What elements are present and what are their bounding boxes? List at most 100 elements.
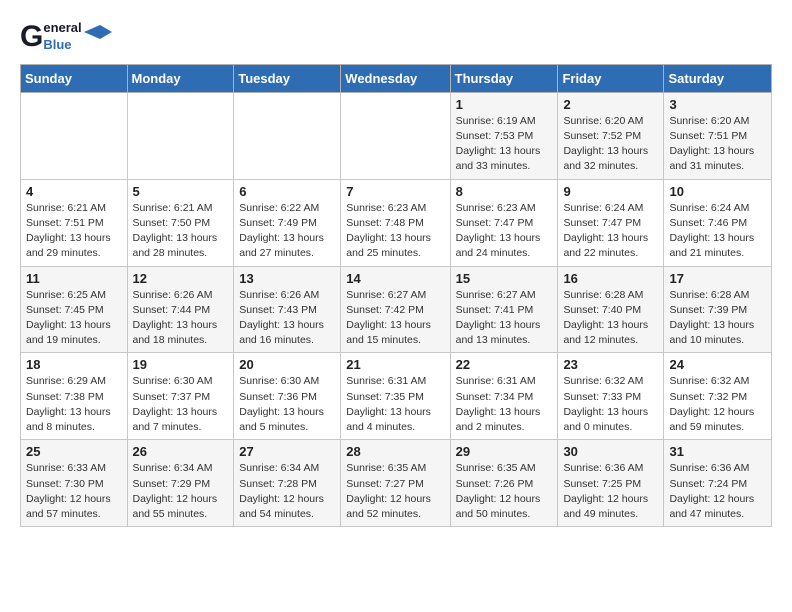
calendar-cell: 13Sunrise: 6:26 AM Sunset: 7:43 PM Dayli… (234, 266, 341, 353)
day-info: Sunrise: 6:31 AM Sunset: 7:35 PM Dayligh… (346, 374, 444, 435)
day-number: 13 (239, 271, 335, 286)
calendar-cell: 12 Sunrise: 6:26 AM Sunset: 7:44 PM Dayli… (127, 266, 234, 353)
calendar-cell: 30 Sunrise: 6:36 AM Sunset: 7:25 PM Dayli… (558, 440, 664, 527)
day-number: 3 (669, 97, 766, 112)
day-info: Sunrise: 6:34 AM Sunset: 7:29 PM Dayligh… (133, 461, 229, 522)
logo-arrow-icon (84, 25, 112, 39)
day-number: 5 (133, 184, 229, 199)
calendar-cell: 28 Sunrise: 6:35 AM Sunset: 7:27 PM Dayli… (341, 440, 450, 527)
day-number: 1 (456, 97, 553, 112)
day-number: 17 (669, 271, 766, 286)
day-info: Sunrise: 6:35 AM Sunset: 7:27 PM Dayligh… (346, 461, 444, 522)
calendar-cell: 14 Sunrise: 6:27 AM Sunset: 7:42 PM Dayli… (341, 266, 450, 353)
day-info: Sunrise: 6:24 AM Sunset: 7:46 PM Dayligh… (669, 201, 766, 262)
day-info: Sunrise: 6:24 AM Sunset: 7:47 PM Dayligh… (563, 201, 658, 262)
day-number: 12 (133, 271, 229, 286)
day-info: Sunrise: 6:31 AM Sunset: 7:34 PM Dayligh… (456, 374, 553, 435)
calendar-cell (234, 92, 341, 179)
day-number: 19 (133, 357, 229, 372)
day-info: Sunrise: 6:27 AM Sunset: 7:42 PM Dayligh… (346, 288, 444, 349)
calendar-cell: 6 Sunrise: 6:22 AM Sunset: 7:49 PM Daylig… (234, 179, 341, 266)
calendar-cell: 25 Sunrise: 6:33 AM Sunset: 7:30 PM Dayli… (21, 440, 128, 527)
calendar-cell: 8Sunrise: 6:23 AM Sunset: 7:47 PM Daylig… (450, 179, 558, 266)
calendar-cell: 20 Sunrise: 6:30 AM Sunset: 7:36 PM Dayli… (234, 353, 341, 440)
day-info: Sunrise: 6:22 AM Sunset: 7:49 PM Dayligh… (239, 201, 335, 262)
day-number: 30 (563, 444, 658, 459)
day-info: Sunrise: 6:36 AM Sunset: 7:25 PM Dayligh… (563, 461, 658, 522)
weekday-header-friday: Friday (558, 64, 664, 92)
day-info: Sunrise: 6:26 AM Sunset: 7:44 PM Dayligh… (133, 288, 229, 349)
day-number: 14 (346, 271, 444, 286)
calendar-cell: 5 Sunrise: 6:21 AM Sunset: 7:50 PM Daylig… (127, 179, 234, 266)
calendar-cell: 31 Sunrise: 6:36 AM Sunset: 7:24 PM Dayli… (664, 440, 772, 527)
day-info: Sunrise: 6:21 AM Sunset: 7:51 PM Dayligh… (26, 201, 122, 262)
weekday-header-row: SundayMondayTuesdayWednesdayThursdayFrid… (21, 64, 772, 92)
day-info: Sunrise: 6:35 AM Sunset: 7:26 PM Dayligh… (456, 461, 553, 522)
day-number: 26 (133, 444, 229, 459)
calendar-cell: 27Sunrise: 6:34 AM Sunset: 7:28 PM Dayli… (234, 440, 341, 527)
calendar-cell (21, 92, 128, 179)
calendar-cell: 26 Sunrise: 6:34 AM Sunset: 7:29 PM Dayli… (127, 440, 234, 527)
logo-g-letter: G (20, 22, 43, 52)
calendar-cell: 18 Sunrise: 6:29 AM Sunset: 7:38 PM Dayli… (21, 353, 128, 440)
day-info: Sunrise: 6:30 AM Sunset: 7:36 PM Dayligh… (239, 374, 335, 435)
day-info: Sunrise: 6:25 AM Sunset: 7:45 PM Dayligh… (26, 288, 122, 349)
calendar-week-3: 11 Sunrise: 6:25 AM Sunset: 7:45 PM Dayli… (21, 266, 772, 353)
calendar-week-2: 4 Sunrise: 6:21 AM Sunset: 7:51 PM Daylig… (21, 179, 772, 266)
day-number: 6 (239, 184, 335, 199)
calendar-week-1: 1 Sunrise: 6:19 AM Sunset: 7:53 PM Daylig… (21, 92, 772, 179)
calendar-cell: 4 Sunrise: 6:21 AM Sunset: 7:51 PM Daylig… (21, 179, 128, 266)
weekday-header-wednesday: Wednesday (341, 64, 450, 92)
day-number: 21 (346, 357, 444, 372)
day-number: 31 (669, 444, 766, 459)
day-number: 27 (239, 444, 335, 459)
day-number: 20 (239, 357, 335, 372)
day-number: 11 (26, 271, 122, 286)
day-info: Sunrise: 6:33 AM Sunset: 7:30 PM Dayligh… (26, 461, 122, 522)
calendar-cell: 19 Sunrise: 6:30 AM Sunset: 7:37 PM Dayli… (127, 353, 234, 440)
day-number: 28 (346, 444, 444, 459)
calendar-cell: 2Sunrise: 6:20 AM Sunset: 7:52 PM Daylig… (558, 92, 664, 179)
day-number: 24 (669, 357, 766, 372)
day-info: Sunrise: 6:28 AM Sunset: 7:39 PM Dayligh… (669, 288, 766, 349)
calendar-cell: 23 Sunrise: 6:32 AM Sunset: 7:33 PM Dayli… (558, 353, 664, 440)
day-info: Sunrise: 6:30 AM Sunset: 7:37 PM Dayligh… (133, 374, 229, 435)
day-info: Sunrise: 6:32 AM Sunset: 7:32 PM Dayligh… (669, 374, 766, 435)
weekday-header-thursday: Thursday (450, 64, 558, 92)
day-number: 4 (26, 184, 122, 199)
logo: G eneral Blue (20, 20, 112, 54)
day-number: 18 (26, 357, 122, 372)
calendar-table: SundayMondayTuesdayWednesdayThursdayFrid… (20, 64, 772, 527)
weekday-header-saturday: Saturday (664, 64, 772, 92)
logo-eneral: eneral (43, 20, 81, 37)
calendar-cell (127, 92, 234, 179)
day-number: 7 (346, 184, 444, 199)
day-info: Sunrise: 6:32 AM Sunset: 7:33 PM Dayligh… (563, 374, 658, 435)
calendar-cell: 22 Sunrise: 6:31 AM Sunset: 7:34 PM Dayli… (450, 353, 558, 440)
weekday-header-tuesday: Tuesday (234, 64, 341, 92)
day-info: Sunrise: 6:27 AM Sunset: 7:41 PM Dayligh… (456, 288, 553, 349)
calendar-cell: 11 Sunrise: 6:25 AM Sunset: 7:45 PM Dayli… (21, 266, 128, 353)
day-info: Sunrise: 6:19 AM Sunset: 7:53 PM Dayligh… (456, 114, 553, 175)
day-info: Sunrise: 6:29 AM Sunset: 7:38 PM Dayligh… (26, 374, 122, 435)
day-info: Sunrise: 6:36 AM Sunset: 7:24 PM Dayligh… (669, 461, 766, 522)
calendar-cell: 17 Sunrise: 6:28 AM Sunset: 7:39 PM Dayli… (664, 266, 772, 353)
calendar-week-4: 18 Sunrise: 6:29 AM Sunset: 7:38 PM Dayli… (21, 353, 772, 440)
calendar-cell: 15Sunrise: 6:27 AM Sunset: 7:41 PM Dayli… (450, 266, 558, 353)
day-info: Sunrise: 6:23 AM Sunset: 7:47 PM Dayligh… (456, 201, 553, 262)
calendar-cell: 7 Sunrise: 6:23 AM Sunset: 7:48 PM Daylig… (341, 179, 450, 266)
day-number: 25 (26, 444, 122, 459)
day-number: 22 (456, 357, 553, 372)
weekday-header-monday: Monday (127, 64, 234, 92)
logo-blue: Blue (43, 37, 81, 54)
day-info: Sunrise: 6:21 AM Sunset: 7:50 PM Dayligh… (133, 201, 229, 262)
calendar-cell: 24 Sunrise: 6:32 AM Sunset: 7:32 PM Dayli… (664, 353, 772, 440)
day-number: 23 (563, 357, 658, 372)
day-info: Sunrise: 6:20 AM Sunset: 7:51 PM Dayligh… (669, 114, 766, 175)
calendar-cell: 9Sunrise: 6:24 AM Sunset: 7:47 PM Daylig… (558, 179, 664, 266)
calendar-cell: 29Sunrise: 6:35 AM Sunset: 7:26 PM Dayli… (450, 440, 558, 527)
day-info: Sunrise: 6:23 AM Sunset: 7:48 PM Dayligh… (346, 201, 444, 262)
calendar-week-5: 25 Sunrise: 6:33 AM Sunset: 7:30 PM Dayli… (21, 440, 772, 527)
calendar-cell: 3 Sunrise: 6:20 AM Sunset: 7:51 PM Daylig… (664, 92, 772, 179)
calendar-cell (341, 92, 450, 179)
